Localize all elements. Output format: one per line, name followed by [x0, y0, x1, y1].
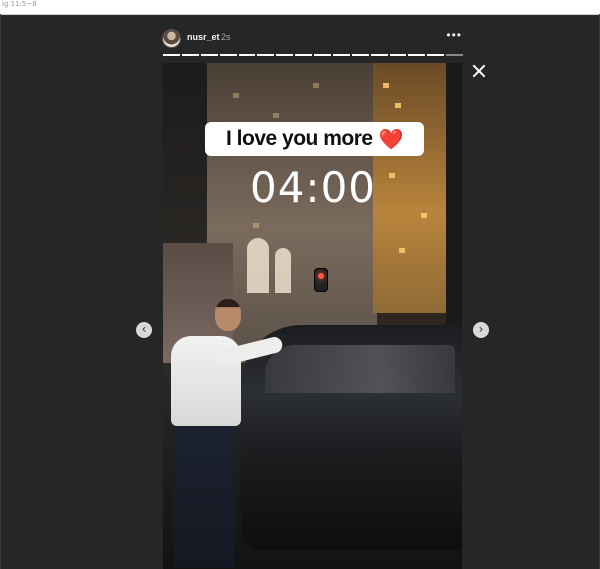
progress-segment	[370, 54, 388, 56]
progress-segment	[408, 54, 426, 56]
window-light	[233, 93, 239, 98]
browser-window-bar: ig 11:5~8	[0, 0, 600, 15]
window-light	[399, 248, 405, 253]
username[interactable]: nusr_et	[187, 32, 220, 42]
window-light	[253, 223, 259, 228]
arched-window	[275, 248, 291, 293]
close-icon[interactable]	[470, 62, 488, 80]
countdown-timer: 04:00	[249, 163, 377, 212]
progress-segment	[351, 54, 369, 56]
building-right-edge	[446, 63, 462, 363]
window-light	[383, 83, 389, 88]
progress-segment	[163, 54, 180, 56]
car-window	[265, 345, 455, 393]
progress-segment	[238, 54, 256, 56]
heart-icon: ❤️	[378, 128, 404, 151]
progress-segment	[332, 54, 350, 56]
window-light	[273, 113, 279, 118]
progress-segment	[181, 54, 199, 56]
story-progress-bar	[163, 54, 463, 56]
progress-segment	[200, 54, 218, 56]
window-title: ig 11:5~8	[2, 0, 37, 8]
arched-window	[247, 238, 269, 293]
sticker-text: I love you more	[226, 127, 373, 150]
chevron-left-icon[interactable]: ‹	[136, 322, 152, 338]
story-header: nusr_et 2s •••	[162, 28, 464, 52]
text-sticker: I love you more ❤️	[205, 122, 424, 156]
timestamp: 2s	[221, 32, 231, 42]
progress-segment	[219, 54, 237, 56]
chevron-right-icon[interactable]: ›	[473, 322, 489, 338]
more-options-icon[interactable]: •••	[446, 28, 462, 42]
story-media[interactable]: I love you more ❤️ 04:00	[163, 63, 462, 569]
progress-segment	[295, 54, 312, 56]
avatar[interactable]	[162, 29, 181, 48]
window-border-left	[0, 14, 1, 569]
progress-segment	[446, 54, 463, 56]
traffic-light	[315, 269, 327, 291]
window-light	[421, 213, 427, 218]
progress-segment	[276, 54, 294, 56]
window-light	[313, 83, 319, 88]
person-head	[215, 299, 241, 331]
progress-segment	[314, 54, 331, 56]
progress-segment	[389, 54, 407, 56]
window-light	[395, 103, 401, 108]
person-legs	[173, 418, 235, 568]
progress-segment	[257, 54, 275, 56]
progress-segment	[427, 54, 445, 56]
